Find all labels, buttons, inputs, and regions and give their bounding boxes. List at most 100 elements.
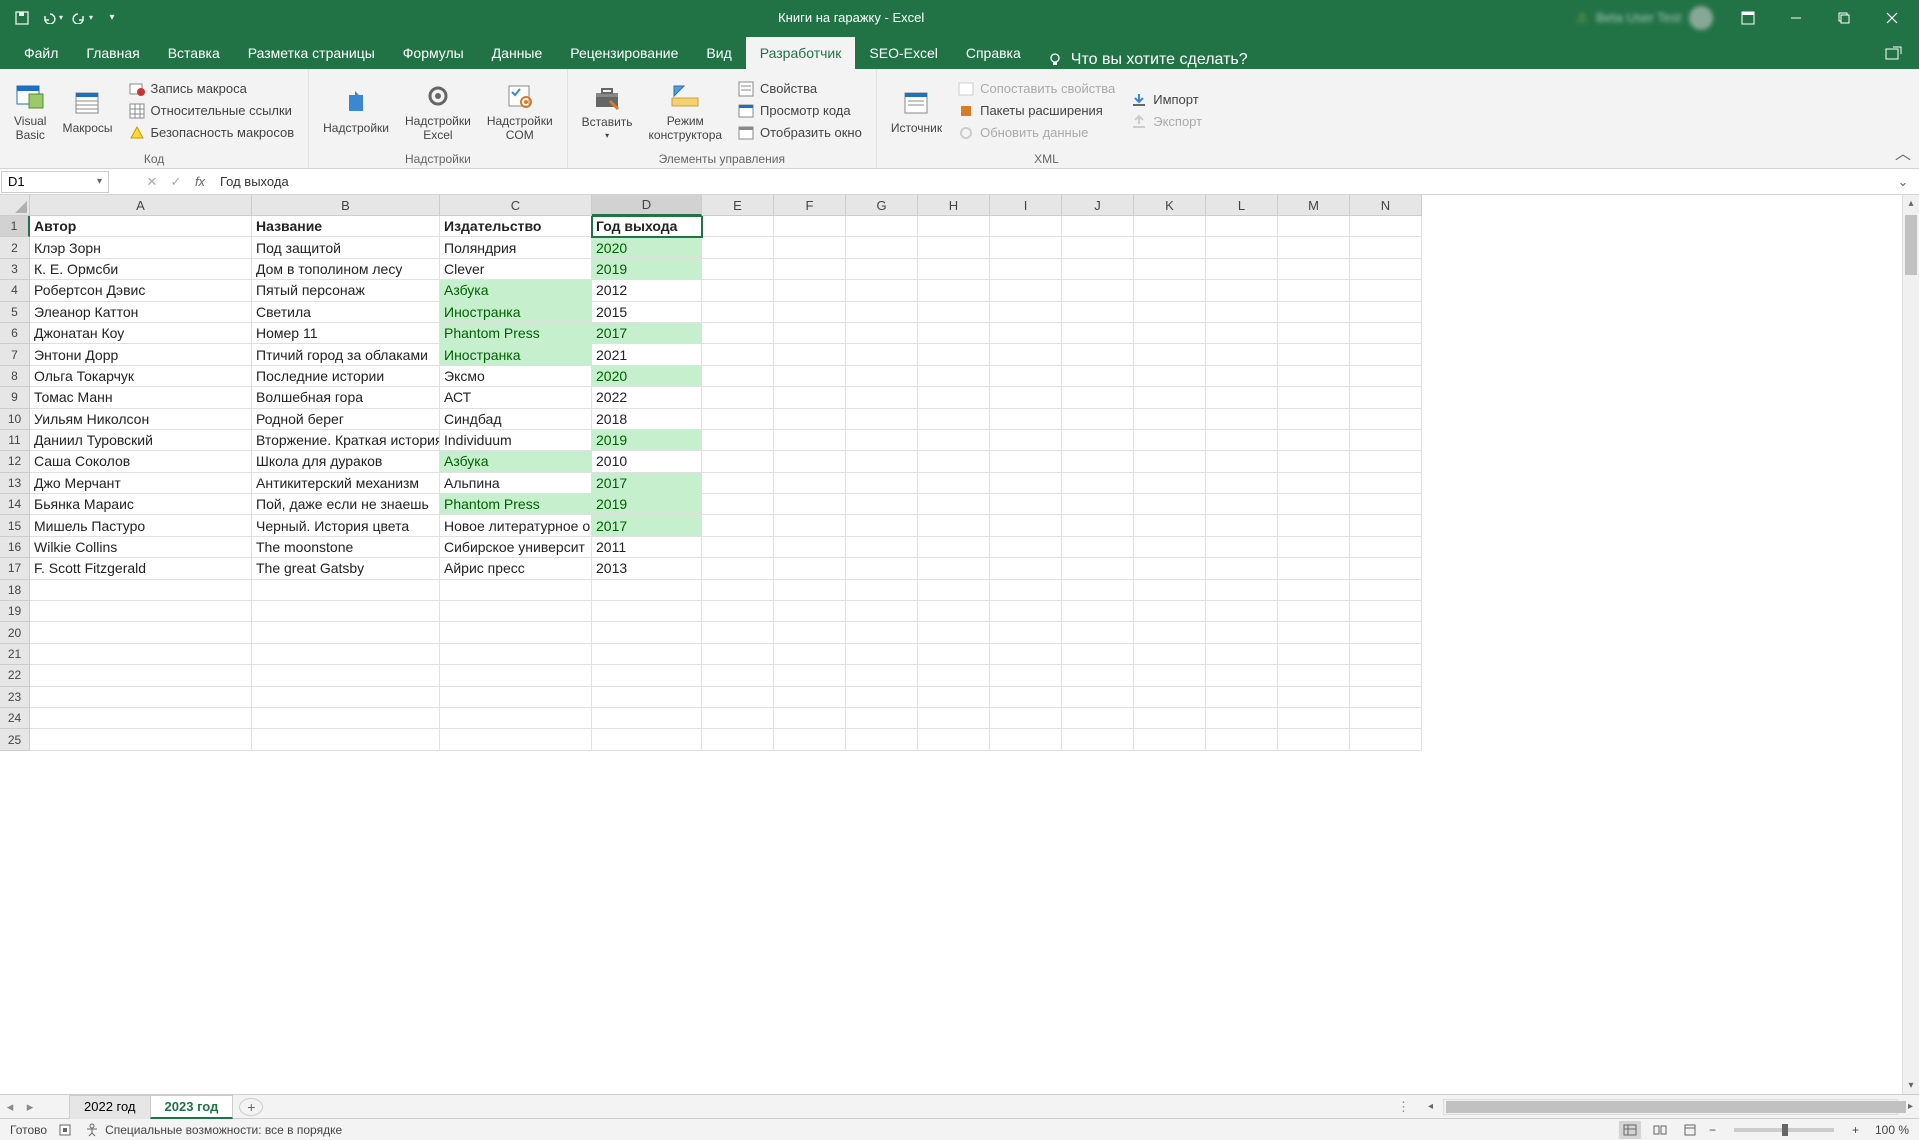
cell-K13[interactable] — [1134, 473, 1206, 494]
excel-addins-button[interactable]: Надстройки Excel — [399, 76, 477, 146]
maximize-button[interactable] — [1821, 0, 1867, 35]
cell-G9[interactable] — [846, 387, 918, 408]
cell-N1[interactable] — [1350, 216, 1422, 237]
undo-icon[interactable]: ▾ — [38, 4, 66, 32]
cell-N15[interactable] — [1350, 515, 1422, 536]
cell-N6[interactable] — [1350, 323, 1422, 344]
cell-N25[interactable] — [1350, 729, 1422, 750]
cell-F14[interactable] — [774, 494, 846, 515]
cell-G20[interactable] — [846, 622, 918, 643]
row-header-4[interactable]: 4 — [0, 280, 30, 301]
cell-A25[interactable] — [30, 729, 252, 750]
cell-L1[interactable] — [1206, 216, 1278, 237]
cell-G4[interactable] — [846, 280, 918, 301]
cell-J16[interactable] — [1062, 537, 1134, 558]
cell-C7[interactable]: Иностранка — [440, 344, 592, 365]
share-button[interactable] — [1869, 37, 1919, 69]
cell-J3[interactable] — [1062, 259, 1134, 280]
cell-C8[interactable]: Эксмо — [440, 366, 592, 387]
col-header-H[interactable]: H — [918, 195, 990, 216]
cell-D21[interactable] — [592, 644, 702, 665]
cell-L18[interactable] — [1206, 580, 1278, 601]
cell-C2[interactable]: Поляндрия — [440, 237, 592, 258]
cell-A15[interactable]: Мишель Пастуро — [30, 515, 252, 536]
cell-J20[interactable] — [1062, 622, 1134, 643]
normal-view-button[interactable] — [1619, 1121, 1641, 1139]
cell-B23[interactable] — [252, 687, 440, 708]
cell-K9[interactable] — [1134, 387, 1206, 408]
cell-N8[interactable] — [1350, 366, 1422, 387]
cell-N13[interactable] — [1350, 473, 1422, 494]
cell-L24[interactable] — [1206, 708, 1278, 729]
cell-H4[interactable] — [918, 280, 990, 301]
cell-F19[interactable] — [774, 601, 846, 622]
cell-B22[interactable] — [252, 665, 440, 686]
cell-C18[interactable] — [440, 580, 592, 601]
cell-C24[interactable] — [440, 708, 592, 729]
cell-K14[interactable] — [1134, 494, 1206, 515]
row-header-19[interactable]: 19 — [0, 601, 30, 622]
cell-E5[interactable] — [702, 302, 774, 323]
cell-B1[interactable]: Название — [252, 216, 440, 237]
cell-L5[interactable] — [1206, 302, 1278, 323]
cell-I10[interactable] — [990, 409, 1062, 430]
cell-H16[interactable] — [918, 537, 990, 558]
cell-H11[interactable] — [918, 430, 990, 451]
cell-A20[interactable] — [30, 622, 252, 643]
cell-L25[interactable] — [1206, 729, 1278, 750]
row-header-14[interactable]: 14 — [0, 494, 30, 515]
cell-D2[interactable]: 2020 — [592, 237, 702, 258]
col-header-E[interactable]: E — [702, 195, 774, 216]
cell-C3[interactable]: Clever — [440, 259, 592, 280]
tab-справка[interactable]: Справка — [952, 37, 1035, 69]
cell-C9[interactable]: АСТ — [440, 387, 592, 408]
cell-B21[interactable] — [252, 644, 440, 665]
row-header-6[interactable]: 6 — [0, 323, 30, 344]
cell-L7[interactable] — [1206, 344, 1278, 365]
cell-M5[interactable] — [1278, 302, 1350, 323]
cell-G11[interactable] — [846, 430, 918, 451]
cell-A4[interactable]: Робертсон Дэвис — [30, 280, 252, 301]
cell-B11[interactable]: Вторжение. Краткая история — [252, 430, 440, 451]
cell-G21[interactable] — [846, 644, 918, 665]
zoom-level[interactable]: 100 % — [1875, 1123, 1909, 1137]
cell-E4[interactable] — [702, 280, 774, 301]
formula-input[interactable]: Год выхода — [212, 174, 1891, 189]
cell-H10[interactable] — [918, 409, 990, 430]
row-header-10[interactable]: 10 — [0, 409, 30, 430]
sheet-tab-1[interactable]: 2023 год — [150, 1095, 234, 1119]
cell-G23[interactable] — [846, 687, 918, 708]
cell-G14[interactable] — [846, 494, 918, 515]
cell-G13[interactable] — [846, 473, 918, 494]
cell-E6[interactable] — [702, 323, 774, 344]
cell-H20[interactable] — [918, 622, 990, 643]
cell-L20[interactable] — [1206, 622, 1278, 643]
cell-C22[interactable] — [440, 665, 592, 686]
cell-J23[interactable] — [1062, 687, 1134, 708]
show-dialog-button[interactable]: Отобразить окно — [732, 123, 868, 143]
row-header-5[interactable]: 5 — [0, 302, 30, 323]
xml-source-button[interactable]: Источник — [885, 83, 948, 139]
cell-F23[interactable] — [774, 687, 846, 708]
sheet-nav-prev-icon[interactable]: ▸ — [20, 1099, 40, 1115]
insert-control-button[interactable]: Вставить▾ — [576, 77, 639, 144]
add-sheet-button[interactable]: + — [239, 1098, 263, 1116]
cell-A2[interactable]: Клэр Зорн — [30, 237, 252, 258]
cell-L21[interactable] — [1206, 644, 1278, 665]
cell-I12[interactable] — [990, 451, 1062, 472]
row-header-7[interactable]: 7 — [0, 344, 30, 365]
cell-D1[interactable]: Год выхода — [592, 216, 702, 237]
cell-D4[interactable]: 2012 — [592, 280, 702, 301]
cell-D8[interactable]: 2020 — [592, 366, 702, 387]
cell-L12[interactable] — [1206, 451, 1278, 472]
cell-I4[interactable] — [990, 280, 1062, 301]
cell-M4[interactable] — [1278, 280, 1350, 301]
cell-K21[interactable] — [1134, 644, 1206, 665]
cell-A17[interactable]: F. Scott Fitzgerald — [30, 558, 252, 579]
cell-J17[interactable] — [1062, 558, 1134, 579]
cell-H12[interactable] — [918, 451, 990, 472]
cell-B6[interactable]: Номер 11 — [252, 323, 440, 344]
cell-M17[interactable] — [1278, 558, 1350, 579]
row-header-15[interactable]: 15 — [0, 515, 30, 536]
cell-E24[interactable] — [702, 708, 774, 729]
